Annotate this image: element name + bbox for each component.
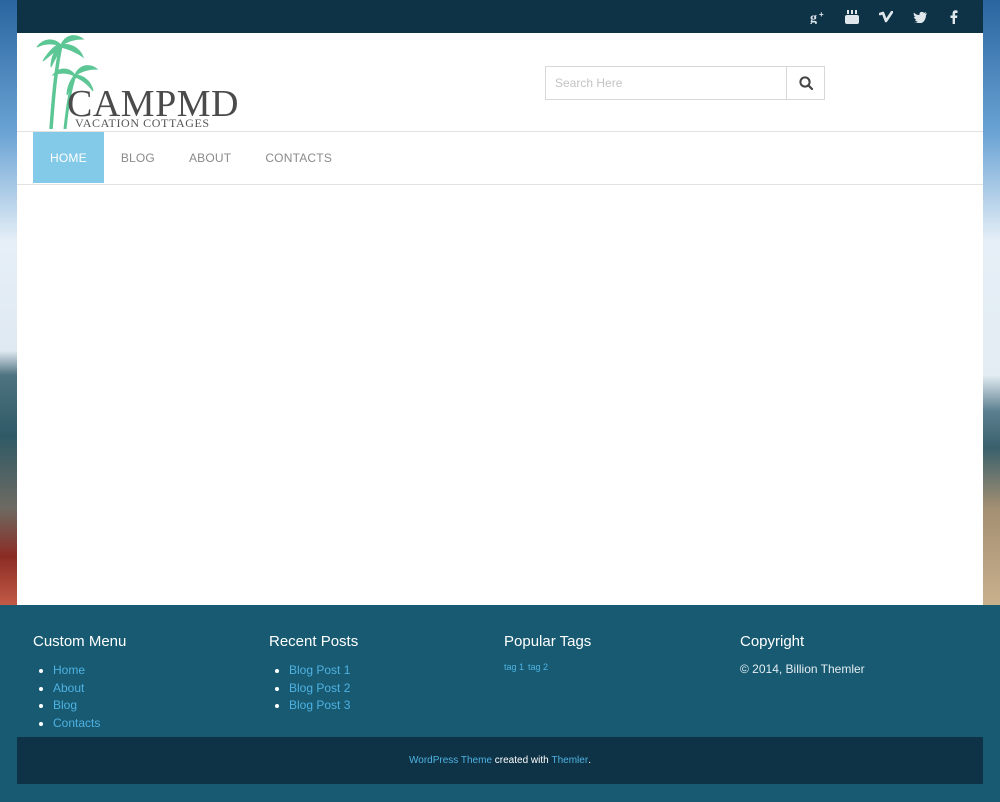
list-item: Home [53,662,126,680]
search-button[interactable] [786,67,824,99]
footer-link-home[interactable]: Home [53,663,85,677]
search-icon [798,76,813,90]
footer-link-about[interactable]: About [53,681,84,695]
background-photo-left [0,0,17,605]
list-item: Blog [53,697,126,715]
list-item: Blog Post 3 [289,697,358,715]
nav-item-contacts[interactable]: CONTACTS [248,132,349,183]
recent-post-link[interactable]: Blog Post 1 [289,663,350,677]
logo-tagline: VACATION COTTAGES [75,116,210,130]
twitter-icon[interactable] [909,6,931,28]
site-header: CAMPMD VACATION COTTAGES [17,33,983,131]
list-item: Blog Post 1 [289,662,358,680]
tag-cloud: tag 1 tag 2 [504,662,591,672]
themler-link[interactable]: Themler [552,755,589,766]
footer-copyright: Copyright © 2014, Billion Themler [740,633,865,676]
footer-link-contacts[interactable]: Contacts [53,716,100,730]
background-photo-right [983,0,1000,605]
nav-item-blog[interactable]: BLOG [104,132,172,183]
social-links: g + [807,0,965,33]
tag-link[interactable]: tag 2 [528,662,548,672]
list-item: Blog Post 2 [289,680,358,698]
wordpress-theme-link[interactable]: WordPress Theme [409,755,492,766]
credit-period: . [588,755,591,766]
top-bar: g + [17,0,983,33]
footer-custom-menu: Custom Menu Home About Blog Contacts [33,633,126,732]
main-navigation: HOME BLOG ABOUT CONTACTS [17,131,983,185]
search-form [545,66,825,100]
search-input[interactable] [546,67,786,99]
recent-posts-title: Recent Posts [269,633,359,650]
footer-popular-tags: Popular Tags tag 1 tag 2 [504,633,591,672]
bottom-bar: WordPress Theme created with Themler. [17,737,983,784]
copyright-text: © 2014, Billion Themler [740,662,865,676]
list-item: About [53,680,126,698]
svg-text:+: + [819,10,824,19]
popular-tags-title: Popular Tags [504,633,592,650]
custom-menu-title: Custom Menu [33,633,127,650]
vimeo-icon[interactable] [875,6,897,28]
recent-post-link[interactable]: Blog Post 2 [289,681,350,695]
nav-item-about[interactable]: ABOUT [172,132,248,183]
tag-link[interactable]: tag 1 [504,662,524,672]
page-container: CAMPMD VACATION COTTAGES HOME BLOG ABOUT… [17,33,983,605]
recent-post-link[interactable]: Blog Post 3 [289,698,350,712]
list-item: Contacts [53,715,126,733]
site-logo[interactable]: CAMPMD VACATION COTTAGES [31,33,238,131]
youtube-icon[interactable] [841,6,863,28]
copyright-title: Copyright [740,633,805,650]
facebook-icon[interactable] [943,6,965,28]
svg-text:g: g [810,11,817,24]
nav-item-home[interactable]: HOME [33,132,104,183]
footer-link-blog[interactable]: Blog [53,698,77,712]
footer-recent-posts: Recent Posts Blog Post 1 Blog Post 2 Blo… [269,633,358,715]
credit-text: created with [492,755,552,766]
google-plus-icon[interactable]: g + [807,6,829,28]
